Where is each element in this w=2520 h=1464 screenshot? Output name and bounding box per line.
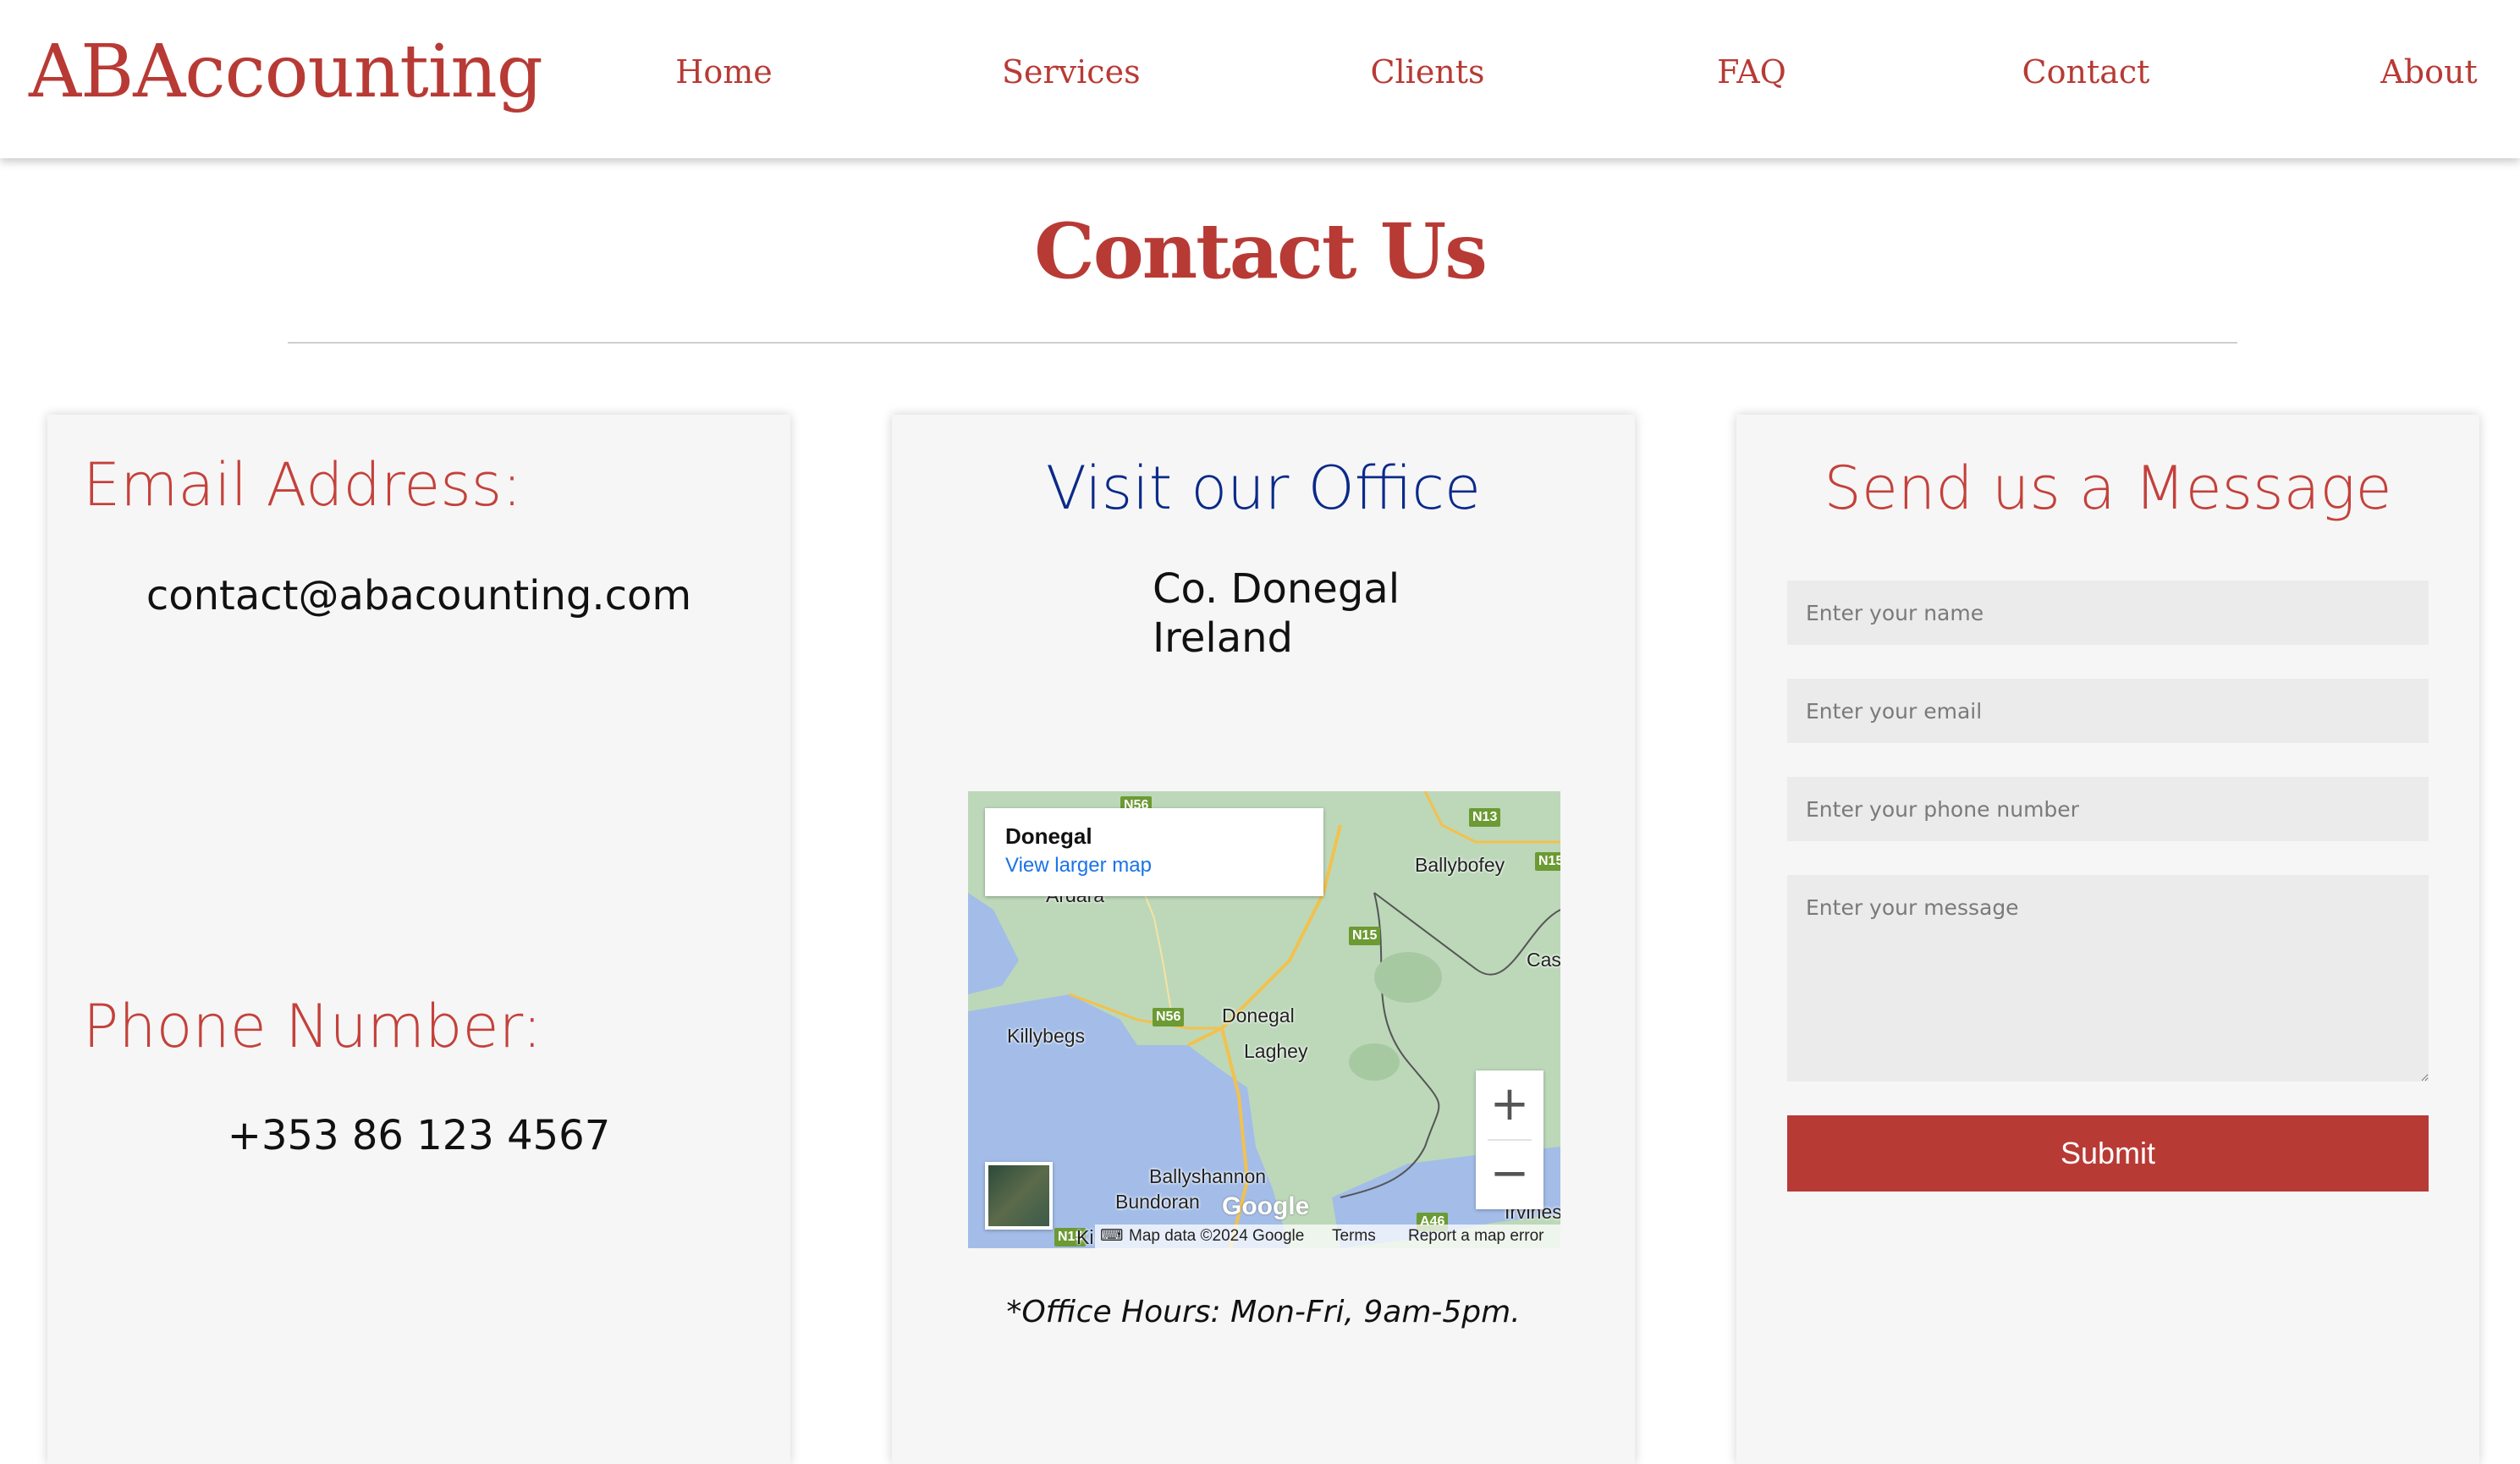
phone-heading: Phone Number: <box>83 992 542 1061</box>
phone-number[interactable]: +353 86 123 4567 <box>47 1110 790 1161</box>
satellite-toggle-thumbnail[interactable] <box>985 1162 1053 1230</box>
zoom-out-button[interactable]: − <box>1476 1140 1543 1208</box>
office-hours: *Office Hours: Mon-Fri, 9am-5pm. <box>1006 1295 1521 1329</box>
map-label-laghey: Laghey <box>1244 1040 1308 1062</box>
map-label-ki: Ki <box>1076 1226 1094 1248</box>
contact-info-card: Email Address: contact@abacounting.com P… <box>47 415 790 1464</box>
nav-contact[interactable]: Contact <box>2018 51 2154 93</box>
map-label-cas: Cas <box>1527 949 1560 971</box>
message-card: Send us a Message Submit <box>1736 415 2479 1464</box>
road-badge-n56-mid: N56 <box>1153 1008 1185 1026</box>
email-heading: Email Address: <box>83 450 522 520</box>
map-place-card: Donegal View larger map <box>985 808 1323 896</box>
office-heading: Visit our Office <box>1046 454 1481 523</box>
office-address-line2: Ireland <box>1153 614 1294 662</box>
road-badge-n15-mid: N15 <box>1349 927 1381 945</box>
message-textarea[interactable] <box>1787 875 2429 1081</box>
page-title: Contact Us <box>1034 206 1488 296</box>
nav-home[interactable]: Home <box>675 51 773 93</box>
nav-clients[interactable]: Clients <box>1368 51 1487 93</box>
report-map-error-link[interactable]: Report a map error <box>1408 1225 1544 1248</box>
nav-services[interactable]: Services <box>1002 51 1141 93</box>
map-zoom-controls: + − <box>1476 1070 1543 1209</box>
road-badge-n15-right: N15 <box>1535 852 1560 871</box>
office-address-line1: Co. Donegal <box>1153 565 1400 613</box>
email-input[interactable] <box>1787 679 2429 743</box>
message-heading: Send us a Message <box>1824 454 2392 523</box>
email-address[interactable]: contact@abacounting.com <box>47 570 790 621</box>
site-logo[interactable]: ABAccounting <box>29 25 543 118</box>
map-terms-link[interactable]: Terms <box>1332 1225 1376 1248</box>
map-label-ballyshannon: Ballyshannon <box>1149 1165 1267 1187</box>
office-card: Visit our Office Co. Donegal Ireland N56… <box>892 415 1635 1464</box>
map-place-name: Donegal <box>1005 823 1092 849</box>
zoom-in-button[interactable]: + <box>1476 1070 1543 1138</box>
phone-input[interactable] <box>1787 777 2429 841</box>
title-divider <box>288 342 2237 344</box>
map-label-ballybofey: Ballybofey <box>1415 854 1505 876</box>
submit-button[interactable]: Submit <box>1787 1115 2429 1192</box>
view-larger-map-link[interactable]: View larger map <box>1005 854 1152 878</box>
map-label-bundoran: Bundoran <box>1115 1191 1200 1213</box>
google-logo: Google <box>1222 1192 1310 1220</box>
road-badge-n13: N13 <box>1469 808 1501 827</box>
name-input[interactable] <box>1787 581 2429 645</box>
keyboard-shortcuts-icon[interactable]: ⌨ <box>1100 1225 1123 1248</box>
map-attribution-bar: ⌨ Map data ©2024 Google Terms Report a m… <box>1095 1225 1560 1248</box>
site-header: ABAccounting Home Services Clients FAQ C… <box>0 0 2520 158</box>
nav-faq[interactable]: FAQ <box>1714 51 1790 93</box>
nav-about[interactable]: About <box>2376 51 2482 93</box>
map-label-donegal: Donegal <box>1222 1004 1295 1026</box>
office-map[interactable]: N56 N13 N15 N15 N56 N15 A46 Ballybofey A… <box>968 791 1560 1248</box>
map-label-killybegs: Killybegs <box>1007 1025 1086 1047</box>
map-data-attribution: Map data ©2024 Google <box>1129 1227 1305 1245</box>
